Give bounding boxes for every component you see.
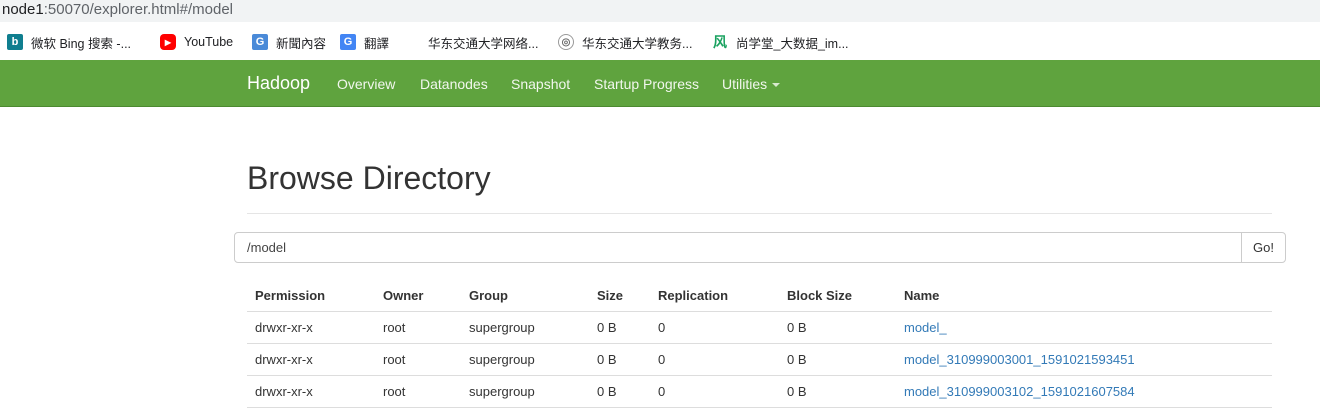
nav-utilities-dropdown[interactable]: Utilities <box>722 76 781 92</box>
cell-replication: 0 <box>650 343 779 376</box>
directory-link[interactable]: model_310999003102_1591021607584 <box>904 384 1135 399</box>
cell-group: supergroup <box>461 311 589 344</box>
table-row: drwxr-xr-x root supergroup 0 B 0 0 B mod… <box>247 311 1272 344</box>
table-header-row: Permission Owner Group Size Replication … <box>247 280 1272 312</box>
bookmark-youtube[interactable]: ▶ YouTube <box>160 32 233 52</box>
directory-path-input[interactable] <box>234 232 1242 263</box>
bookmark-translate[interactable]: G 翻譯 <box>340 32 389 52</box>
col-owner[interactable]: Owner <box>375 280 461 312</box>
translate-icon: G <box>340 34 356 50</box>
cell-block-size: 0 B <box>779 311 896 344</box>
cell-name: model_310999003102_1591021607584 <box>896 375 1272 408</box>
cell-permission: drwxr-xr-x <box>247 343 375 376</box>
directory-link[interactable]: model_ <box>904 320 947 335</box>
youtube-icon: ▶ <box>160 34 176 50</box>
table-row: drwxr-xr-x root supergroup 0 B 0 0 B mod… <box>247 375 1272 408</box>
globe-icon: ◎ <box>558 34 574 50</box>
cell-permission: drwxr-xr-x <box>247 375 375 408</box>
cell-group: supergroup <box>461 375 589 408</box>
bookmark-shangxuetang[interactable]: 风 尚学堂_大数据_im... <box>712 32 849 52</box>
nav-datanodes[interactable]: Datanodes <box>420 76 488 92</box>
bookmark-label: 华东交通大学教务... <box>582 36 693 51</box>
cell-group: supergroup <box>461 343 589 376</box>
bookmark-label: 华东交通大学网络... <box>428 36 539 51</box>
bookmark-label: 翻譯 <box>364 36 390 51</box>
cell-block-size: 0 B <box>779 375 896 408</box>
news-icon: G <box>252 34 268 50</box>
col-name[interactable]: Name <box>896 280 1272 312</box>
cell-name: model_ <box>896 311 1272 344</box>
cell-size: 0 B <box>589 311 650 344</box>
feng-icon: 风 <box>713 34 727 50</box>
cell-replication: 0 <box>650 311 779 344</box>
bookmark-ecjtu-academic[interactable]: ◎ 华东交通大学教务... <box>558 32 692 52</box>
bookmark-label: YouTube <box>184 35 234 49</box>
navbar: Hadoop Overview Datanodes Snapshot Start… <box>0 60 1320 107</box>
col-permission[interactable]: Permission <box>247 280 375 312</box>
bing-icon: b <box>7 34 23 50</box>
col-size[interactable]: Size <box>589 280 650 312</box>
bookmark-label: 新聞內容 <box>276 36 327 51</box>
cell-owner: root <box>375 375 461 408</box>
cell-replication: 0 <box>650 375 779 408</box>
caret-down-icon <box>772 83 781 88</box>
col-replication[interactable]: Replication <box>650 280 779 312</box>
bookmark-ecjtu-network[interactable]: 华东交通大学网络... <box>428 32 538 52</box>
nav-utilities-label: Utilities <box>722 76 768 92</box>
table-row: drwxr-xr-x root supergroup 0 B 0 0 B mod… <box>247 343 1272 376</box>
cell-permission: drwxr-xr-x <box>247 311 375 344</box>
bookmark-bing[interactable]: b 微软 Bing 搜索 -... <box>7 32 131 52</box>
cell-block-size: 0 B <box>779 343 896 376</box>
col-group[interactable]: Group <box>461 280 589 312</box>
go-button[interactable]: Go! <box>1241 232 1286 263</box>
bookmark-news[interactable]: G 新聞內容 <box>252 32 326 52</box>
bookmarks-bar: b 微软 Bing 搜索 -... ▶ YouTube G 新聞內容 G 翻譯 … <box>0 22 1320 60</box>
nav-snapshot[interactable]: Snapshot <box>511 76 570 92</box>
address-bar[interactable]: node1:50070/explorer.html#/model <box>0 0 1320 22</box>
bookmark-label: 微软 Bing 搜索 -... <box>31 36 132 51</box>
cell-size: 0 B <box>589 375 650 408</box>
cell-owner: root <box>375 343 461 376</box>
col-block-size[interactable]: Block Size <box>779 280 896 312</box>
cell-owner: root <box>375 311 461 344</box>
nav-startup-progress[interactable]: Startup Progress <box>594 76 699 92</box>
directory-link[interactable]: model_310999003001_1591021593451 <box>904 352 1135 367</box>
url-text[interactable]: node1:50070/explorer.html#/model <box>2 1 233 19</box>
bookmark-label: 尚学堂_大数据_im... <box>736 36 849 51</box>
brand-hadoop[interactable]: Hadoop <box>247 73 310 94</box>
cell-name: model_310999003001_1591021593451 <box>896 343 1272 376</box>
page-title: Browse Directory <box>247 160 491 196</box>
directory-table: Permission Owner Group Size Replication … <box>247 280 1272 408</box>
header-divider <box>247 213 1272 214</box>
cell-size: 0 B <box>589 343 650 376</box>
nav-overview[interactable]: Overview <box>337 76 395 92</box>
